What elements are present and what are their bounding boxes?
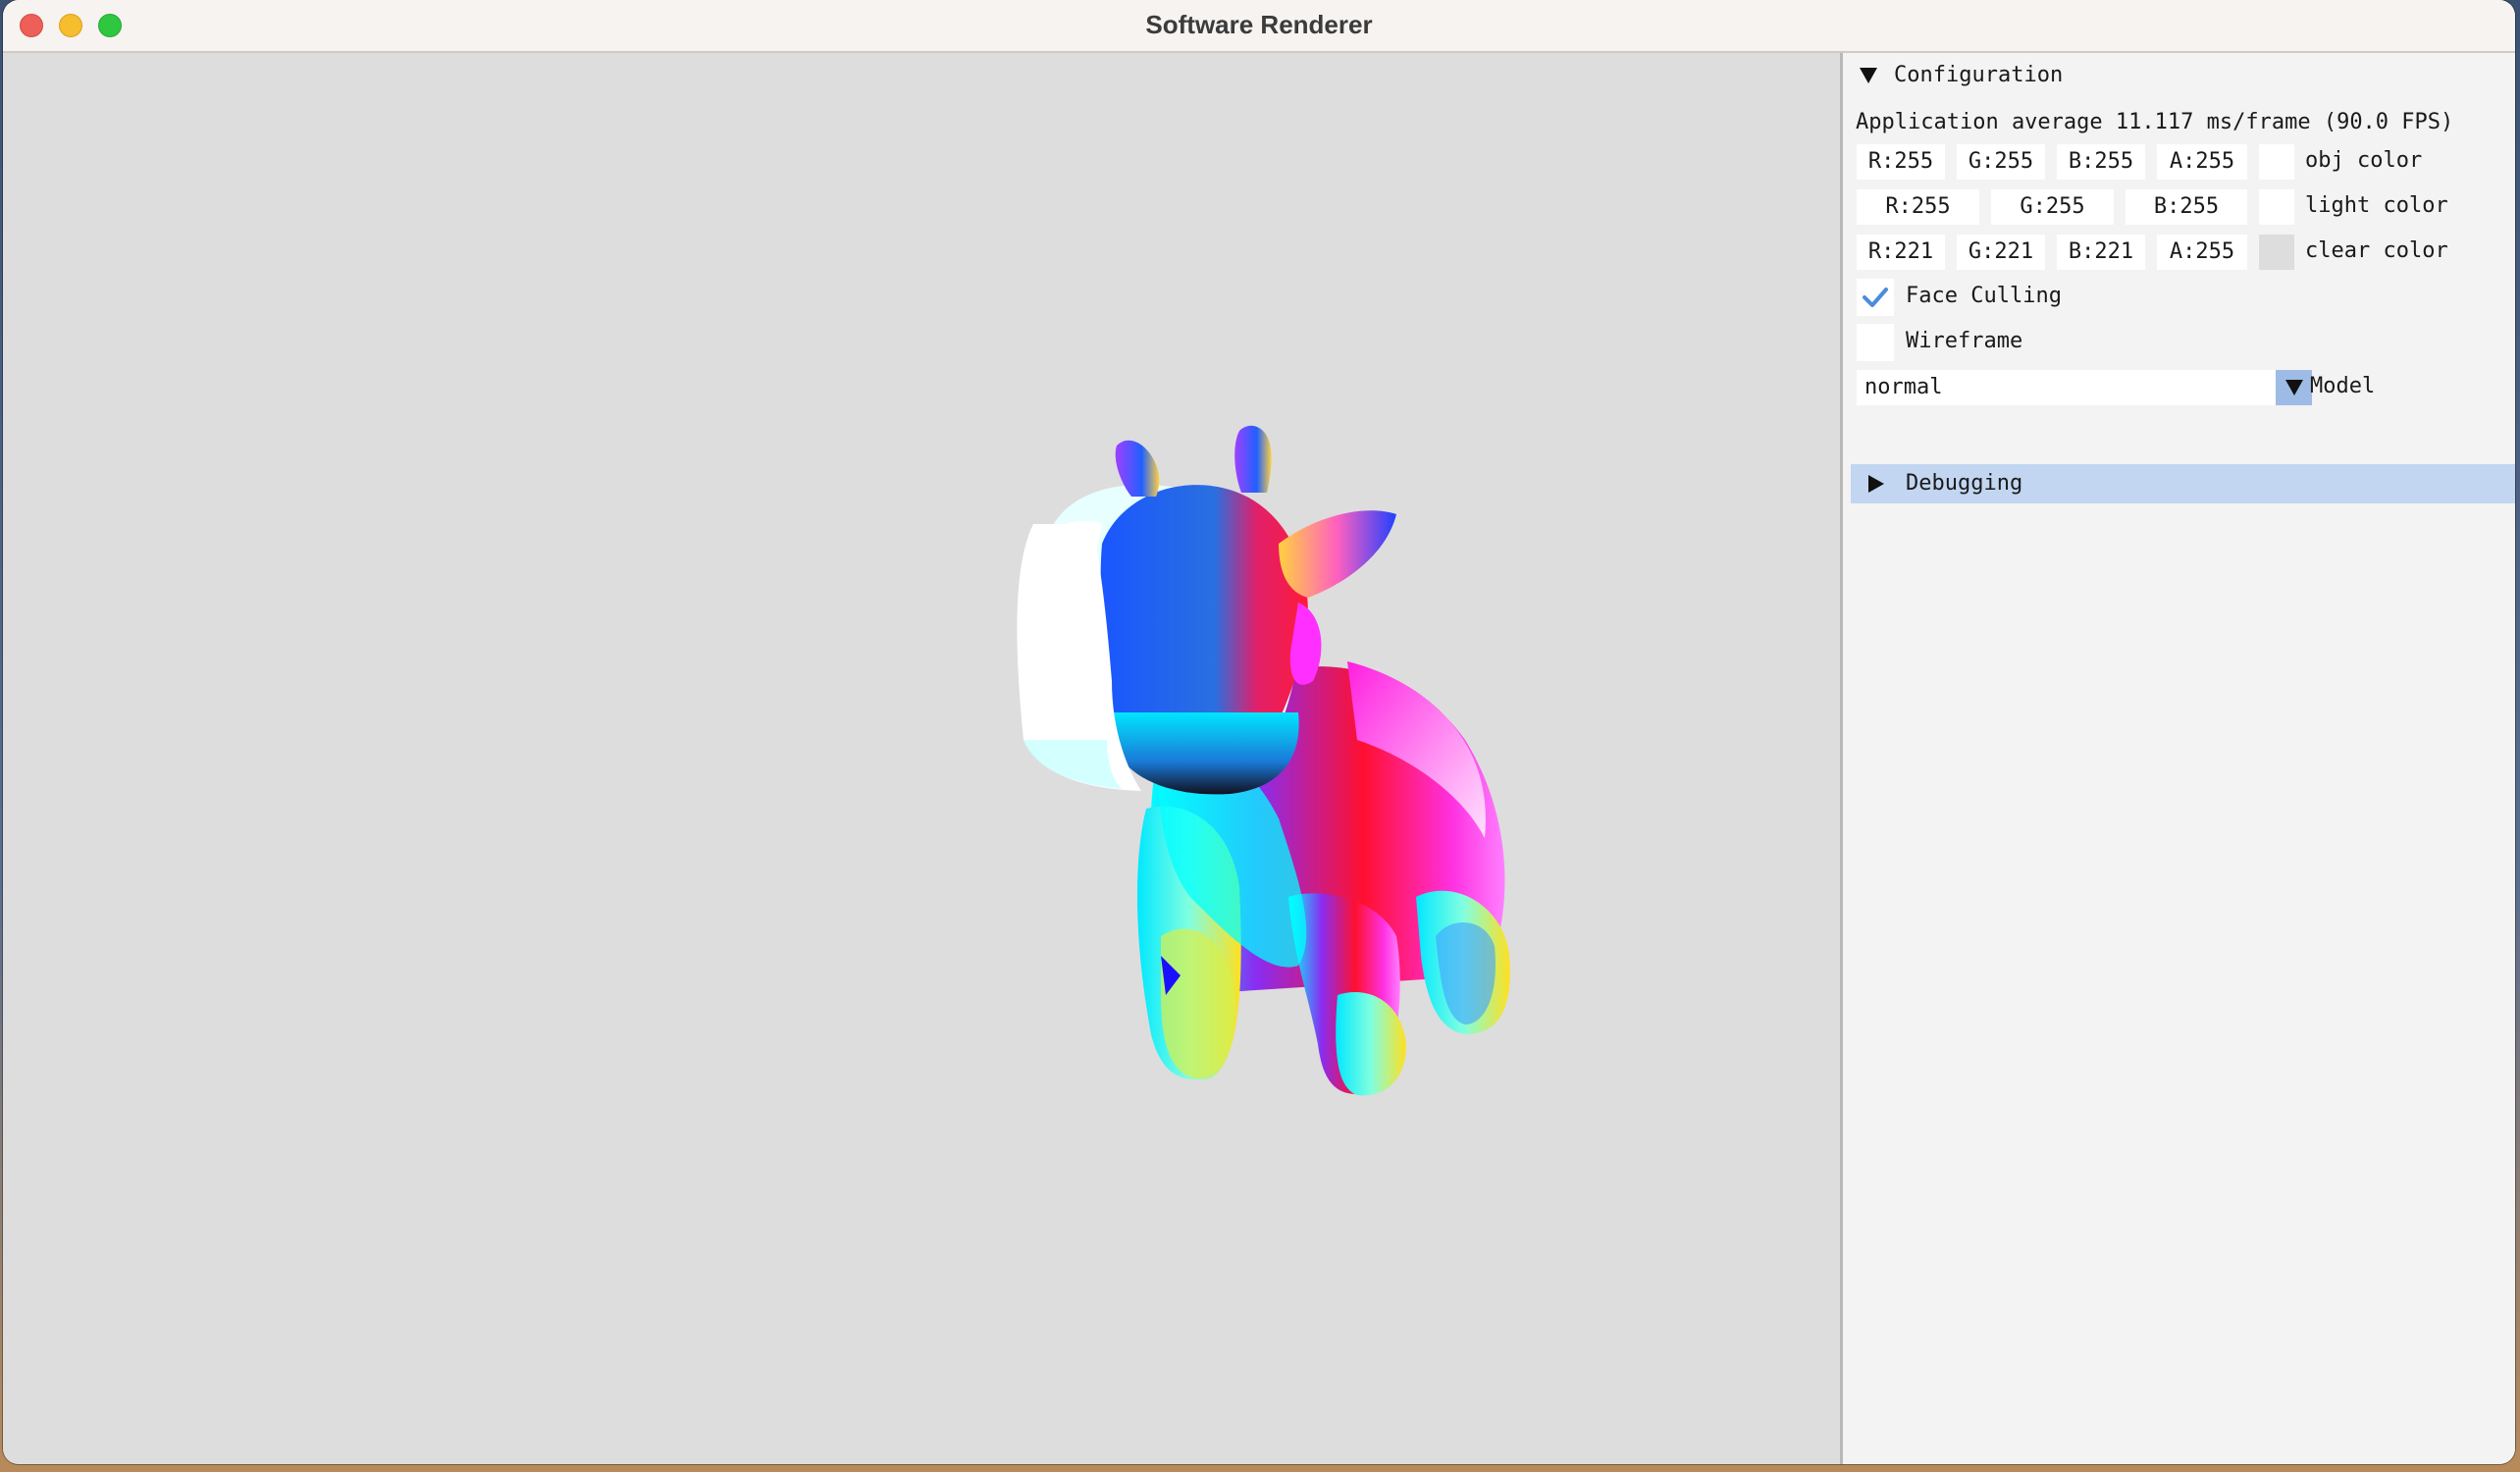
face-culling-label: Face Culling: [1906, 284, 2062, 308]
light-color-swatch[interactable]: [2259, 189, 2294, 225]
model-select-button[interactable]: [2276, 370, 2312, 405]
obj-color-label: obj color: [2305, 148, 2423, 173]
app-window: Software Renderer Configuration Applicat…: [3, 0, 2515, 1464]
checkmark-icon: [1863, 288, 1888, 307]
clear-color-row: R:221 G:221 B:221 A:255 clear color: [1843, 232, 2515, 271]
fps-row: Application average 11.117 ms/frame (90.…: [1843, 103, 2515, 142]
obj-color-g-field[interactable]: G:255: [1957, 144, 2045, 180]
triangle-right-icon: [1868, 475, 1884, 493]
window-title: Software Renderer: [1145, 10, 1373, 39]
rendered-cow-model: [1017, 425, 1510, 1096]
face-culling-row[interactable]: Face Culling: [1843, 277, 2515, 316]
obj-color-swatch[interactable]: [2259, 144, 2294, 180]
light-color-label: light color: [2305, 193, 2448, 218]
fps-text: Application average 11.117 ms/frame (90.…: [1856, 110, 2454, 134]
light-color-g-field[interactable]: G:255: [1991, 189, 2114, 225]
clear-color-b-field[interactable]: B:221: [2057, 235, 2145, 270]
model-select-value: normal: [1864, 375, 1943, 399]
configuration-header-label: Configuration: [1894, 63, 2064, 87]
wireframe-label: Wireframe: [1906, 329, 2023, 353]
model-select[interactable]: normal: [1857, 370, 2312, 405]
clear-color-a-field[interactable]: A:255: [2157, 235, 2247, 270]
obj-color-row: R:255 G:255 B:255 A:255 obj color: [1843, 141, 2515, 181]
clear-color-g-field[interactable]: G:221: [1957, 235, 2045, 270]
light-color-b-field[interactable]: B:255: [2126, 189, 2247, 225]
wireframe-row[interactable]: Wireframe: [1843, 322, 2515, 361]
render-viewport[interactable]: [3, 53, 1840, 1464]
clear-color-label: clear color: [2305, 238, 2448, 263]
debugging-header[interactable]: Debugging: [1851, 464, 2515, 503]
triangle-down-icon: [1860, 68, 1877, 83]
title-bar[interactable]: Software Renderer: [3, 0, 2515, 53]
face-culling-checkbox[interactable]: [1857, 279, 1894, 316]
config-panel: Configuration Application average 11.117…: [1840, 53, 2515, 1464]
debugging-header-label: Debugging: [1906, 471, 2023, 496]
clear-color-r-field[interactable]: R:221: [1857, 235, 1945, 270]
wireframe-checkbox[interactable]: [1857, 324, 1894, 361]
clear-color-swatch[interactable]: [2259, 235, 2294, 270]
model-label: Model: [2310, 374, 2376, 398]
obj-color-a-field[interactable]: A:255: [2157, 144, 2247, 180]
model-row: normal Model: [1843, 367, 2515, 406]
light-color-row: R:255 G:255 B:255 light color: [1843, 186, 2515, 226]
obj-color-r-field[interactable]: R:255: [1857, 144, 1945, 180]
configuration-header[interactable]: Configuration: [1843, 56, 2515, 95]
obj-color-b-field[interactable]: B:255: [2057, 144, 2145, 180]
light-color-r-field[interactable]: R:255: [1857, 189, 1979, 225]
triangle-down-icon: [2285, 380, 2303, 395]
